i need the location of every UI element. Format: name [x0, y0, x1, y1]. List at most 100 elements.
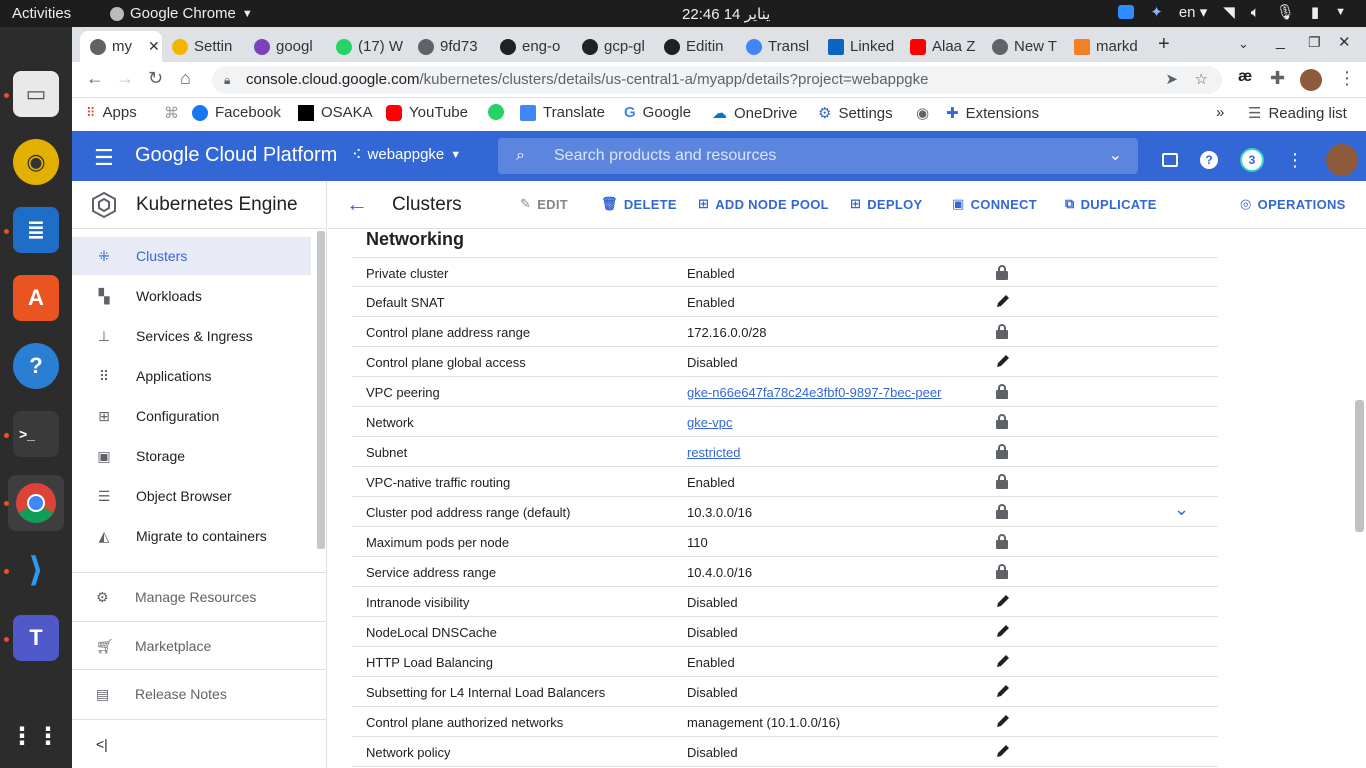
edit-pencil-icon[interactable]: [995, 593, 1011, 609]
sidebar-item-services-ingress[interactable]: ⊥ Services & Ingress: [72, 317, 311, 355]
sidebar-item-storage[interactable]: ▣ Storage: [72, 437, 311, 475]
new-tab-button[interactable]: +: [1158, 33, 1170, 56]
edit-pencil-icon[interactable]: [995, 653, 1011, 669]
language-indicator[interactable]: en ▾: [1179, 3, 1207, 21]
edit-pencil-icon[interactable]: [995, 683, 1011, 699]
cloud-shell-icon[interactable]: [1162, 153, 1178, 167]
profile-avatar[interactable]: [1300, 69, 1322, 91]
forward-icon[interactable]: →: [116, 68, 134, 89]
browser-menu-icon[interactable]: ⋮: [1338, 68, 1356, 89]
system-tray[interactable]: ✦ en ▾ ◥ 🔈︎ 🎙︎ ▮ ▼: [1118, 3, 1346, 21]
reload-icon[interactable]: ↻: [148, 68, 163, 89]
sidebar-item-configuration[interactable]: ⊞ Configuration: [72, 397, 311, 435]
search-expand-icon[interactable]: ⌄: [1109, 138, 1122, 174]
chrome-icon[interactable]: [8, 475, 64, 531]
tab[interactable]: Settin: [162, 31, 242, 62]
footer-release-notes[interactable]: ▤ Release Notes: [72, 669, 327, 717]
tab[interactable]: 9fd73: [408, 31, 488, 62]
close-window-button[interactable]: ✕: [1338, 33, 1351, 51]
maximize-button[interactable]: ❐: [1308, 34, 1321, 51]
tab[interactable]: gcp-gl: [572, 31, 652, 62]
notifications-badge[interactable]: 3: [1240, 148, 1264, 172]
system-menu-caret-icon[interactable]: ▼: [1335, 6, 1346, 18]
expand-chevron-icon[interactable]: ⌄: [1174, 499, 1189, 520]
back-arrow-icon[interactable]: ←: [346, 191, 368, 217]
reading-list-button[interactable]: ☰ Reading list: [1248, 104, 1347, 123]
close-tab-icon[interactable]: ✕: [148, 38, 160, 55]
bookmark-extensions[interactable]: ✚ Extensions: [946, 104, 1039, 123]
tab[interactable]: eng-o: [490, 31, 570, 62]
connect-button[interactable]: ▣ CONNECT: [952, 196, 1037, 212]
terminal-icon[interactable]: >_: [13, 411, 59, 457]
zoom-icon[interactable]: [1118, 5, 1135, 19]
files-icon[interactable]: ▭: [13, 71, 59, 117]
more-bookmarks-icon[interactable]: »: [1216, 104, 1224, 121]
deploy-button[interactable]: ⊞ DEPLOY: [850, 196, 922, 212]
hamburger-menu-icon[interactable]: ☰: [94, 145, 114, 171]
footer-marketplace[interactable]: 🛒︎ Marketplace: [72, 621, 327, 669]
software-center-icon[interactable]: A: [13, 275, 59, 321]
operations-button[interactable]: ◎ OPERATIONS: [1240, 196, 1346, 212]
sidebar-item-clusters[interactable]: ⁜ Clusters: [72, 237, 311, 275]
mic-icon[interactable]: 🎙︎: [1276, 3, 1295, 21]
bookmark-osaka[interactable]: OSAKA: [298, 104, 373, 121]
bookmark-facebook[interactable]: Facebook: [192, 104, 281, 121]
bookmark-google[interactable]: G Google: [624, 104, 691, 121]
back-icon[interactable]: ←: [86, 68, 104, 89]
extension-icon[interactable]: ✦: [1150, 3, 1163, 21]
tab[interactable]: markd: [1064, 31, 1144, 62]
clock[interactable]: 22:46 14 يناير: [682, 5, 770, 23]
footer-manage-resources[interactable]: ⚙ Manage Resources: [72, 572, 327, 620]
content-scrollbar[interactable]: [1355, 400, 1364, 532]
row-value-link[interactable]: gke-vpc: [687, 415, 733, 430]
vscode-icon[interactable]: ⟩: [13, 547, 59, 593]
tab[interactable]: Editin: [654, 31, 734, 62]
search-input[interactable]: ⌕ Search products and resources ⌄: [498, 138, 1138, 174]
app-menu[interactable]: Google Chrome ▼: [110, 5, 253, 22]
row-value-link[interactable]: gke-n66e647fa78c24e3fbf0-9897-7bec-peer: [687, 385, 941, 400]
sidebar-item-migrate[interactable]: ◭ Migrate to containers: [72, 517, 311, 555]
tab[interactable]: Linked: [818, 31, 898, 62]
sidebar-item-workloads[interactable]: ▚ Workloads: [72, 277, 311, 315]
sidebar-item-object-browser[interactable]: ☰ Object Browser: [72, 477, 311, 515]
bookmark-apps[interactable]: ⠿ Apps: [86, 104, 137, 121]
duplicate-button[interactable]: ⧉ DUPLICATE: [1065, 196, 1157, 212]
help-icon[interactable]: ?: [13, 343, 59, 389]
row-value-link[interactable]: restricted: [687, 445, 740, 460]
edit-button[interactable]: ✎ EDIT: [520, 196, 568, 212]
teams-icon[interactable]: T: [13, 615, 59, 661]
bookmark-youtube[interactable]: YouTube: [386, 104, 468, 121]
minimize-button[interactable]: _: [1276, 33, 1285, 51]
volume-icon[interactable]: 🔈︎: [1251, 4, 1260, 21]
lock-icon[interactable]: 🔒︎: [224, 66, 230, 94]
home-icon[interactable]: ⌂: [180, 68, 191, 89]
sidenav-scrollbar[interactable]: [317, 231, 325, 549]
bookmark-settings[interactable]: ⚙ Settings: [818, 104, 893, 123]
delete-button[interactable]: 🗑︎ DELETE: [601, 196, 677, 212]
tab-active[interactable]: my ✕: [80, 31, 162, 62]
collapse-sidenav-button[interactable]: <|: [72, 719, 327, 767]
bookmark-globe[interactable]: ◉: [916, 104, 929, 122]
tab[interactable]: Transl: [736, 31, 816, 62]
tab-search-icon[interactable]: ⌄: [1238, 36, 1249, 52]
add-node-pool-button[interactable]: ⊞ ADD NODE POOL: [698, 196, 829, 212]
send-tab-icon[interactable]: ➤: [1165, 66, 1178, 94]
battery-icon[interactable]: ▮: [1311, 3, 1319, 21]
help-icon[interactable]: ?: [1200, 151, 1218, 169]
address-bar[interactable]: 🔒︎ console.cloud.google.com/kubernetes/c…: [212, 66, 1222, 94]
tab[interactable]: googl: [244, 31, 324, 62]
edit-pencil-icon[interactable]: [995, 623, 1011, 639]
rhythmbox-icon[interactable]: ◉: [13, 139, 59, 185]
bookmark-onedrive[interactable]: ☁ OneDrive: [712, 104, 797, 123]
account-avatar[interactable]: [1326, 144, 1358, 176]
sidebar-item-applications[interactable]: ⠿ Applications: [72, 357, 311, 395]
gcp-brand[interactable]: Google Cloud Platform: [135, 144, 337, 167]
project-selector[interactable]: ⠪ webappgke ▼: [352, 146, 461, 163]
edit-pencil-icon[interactable]: [995, 713, 1011, 729]
more-options-icon[interactable]: ⋮: [1286, 150, 1304, 171]
edit-pencil-icon[interactable]: [995, 293, 1011, 309]
tab[interactable]: New T: [982, 31, 1062, 62]
tab[interactable]: Alaa Z: [900, 31, 980, 62]
activities-button[interactable]: Activities: [12, 5, 71, 22]
bookmark-whatsapp[interactable]: [488, 104, 504, 120]
